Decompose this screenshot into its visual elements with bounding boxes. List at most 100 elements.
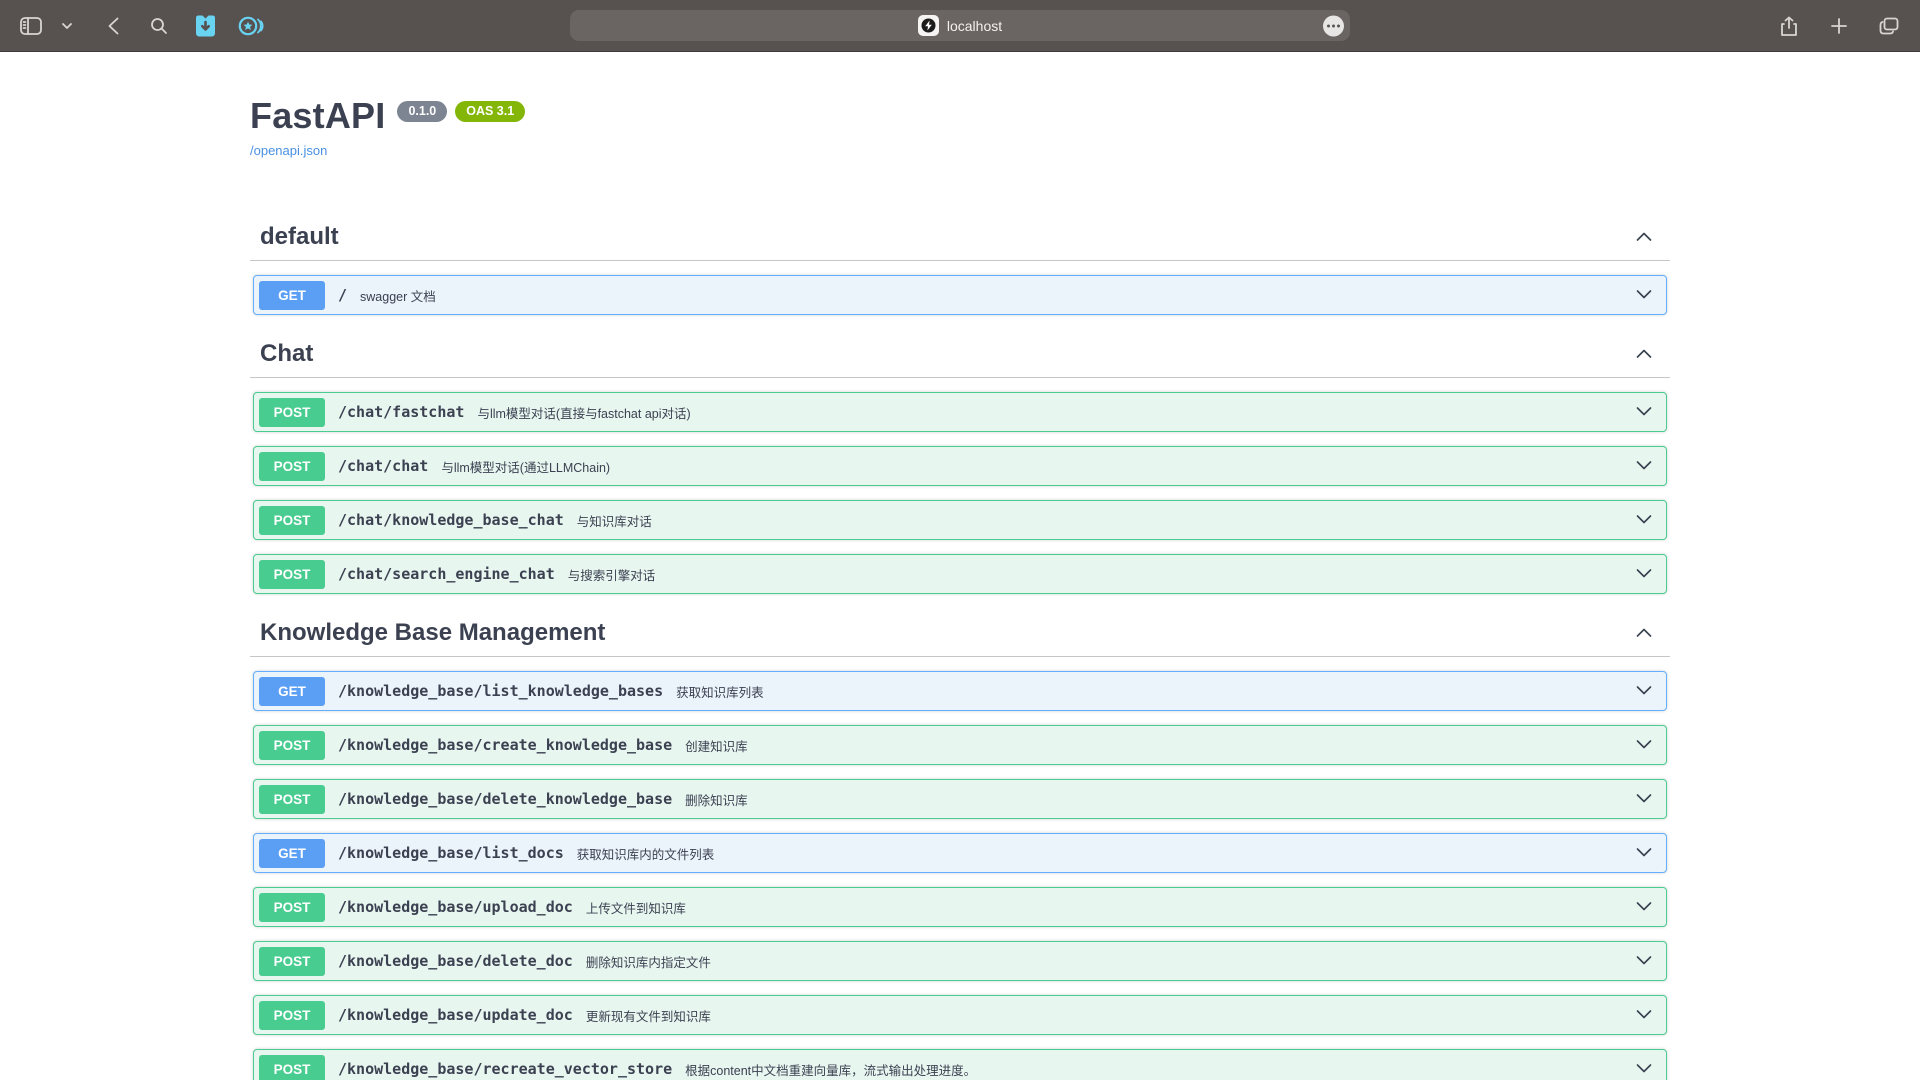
shield-download-extension-icon xyxy=(194,14,217,38)
collapse-section-icon[interactable] xyxy=(1636,624,1652,642)
section-header[interactable]: default xyxy=(250,222,1670,261)
extension-ripple-button[interactable] xyxy=(236,9,266,43)
http-method-badge: POST xyxy=(259,452,325,481)
endpoint-path: /knowledge_base/recreate_vector_store xyxy=(338,1060,672,1078)
content-wrapper: FastAPI 0.1.0 OAS 3.1 /openapi.json defa… xyxy=(230,52,1690,1080)
http-method-badge: POST xyxy=(259,1001,325,1030)
endpoint-description: 与llm模型对话(直接与fastchat api对话) xyxy=(477,403,690,422)
endpoint-row[interactable]: GET /knowledge_base/list_docs 获取知识库内的文件列… xyxy=(253,833,1667,873)
toolbar-right-group xyxy=(1774,0,1920,52)
version-badge: 0.1.0 xyxy=(397,101,447,122)
address-bar[interactable]: localhost xyxy=(570,10,1350,41)
endpoint-row[interactable]: POST /chat/search_engine_chat 与搜索引擎对话 xyxy=(253,554,1667,594)
endpoint-row[interactable]: POST /chat/chat 与llm模型对话(通过LLMChain) xyxy=(253,446,1667,486)
endpoint-row[interactable]: POST /knowledge_base/recreate_vector_sto… xyxy=(253,1049,1667,1080)
http-method-badge: POST xyxy=(259,398,325,427)
expand-endpoint-icon[interactable] xyxy=(1636,952,1652,970)
endpoint-row[interactable]: POST /knowledge_base/upload_doc 上传文件到知识库 xyxy=(253,887,1667,927)
api-section: default GET / swagger 文档 xyxy=(250,222,1670,315)
http-method-badge: POST xyxy=(259,506,325,535)
http-method-badge: POST xyxy=(259,560,325,589)
back-icon xyxy=(108,17,119,35)
endpoint-description: 根据content中文档重建向量库，流式输出处理进度。 xyxy=(685,1060,976,1079)
expand-endpoint-icon[interactable] xyxy=(1636,403,1652,421)
url-text: localhost xyxy=(947,18,1002,34)
toolbar-left-group xyxy=(0,9,266,43)
endpoint-path: /knowledge_base/update_doc xyxy=(338,1006,573,1024)
endpoint-description: swagger 文档 xyxy=(360,286,436,305)
endpoint-description: 删除知识库内指定文件 xyxy=(586,952,711,971)
endpoint-row[interactable]: POST /chat/fastchat 与llm模型对话(直接与fastchat… xyxy=(253,392,1667,432)
endpoint-path: /knowledge_base/delete_doc xyxy=(338,952,573,970)
endpoint-row[interactable]: POST /chat/knowledge_base_chat 与知识库对话 xyxy=(253,500,1667,540)
section-title: default xyxy=(260,222,339,252)
site-favicon-bolt-icon xyxy=(918,15,939,36)
search-icon xyxy=(150,17,168,35)
api-section: Knowledge Base Management GET /knowledge… xyxy=(250,618,1670,1080)
share-button[interactable] xyxy=(1774,9,1804,43)
sidebar-toggle-icon xyxy=(20,17,42,35)
endpoint-row[interactable]: POST /knowledge_base/update_doc 更新现有文件到知… xyxy=(253,995,1667,1035)
endpoint-description: 与搜索引擎对话 xyxy=(568,565,656,584)
http-method-badge: GET xyxy=(259,839,325,868)
title-badges: 0.1.0 OAS 3.1 xyxy=(397,101,525,122)
collapse-section-icon[interactable] xyxy=(1636,345,1652,363)
back-button[interactable] xyxy=(98,9,128,43)
collapse-section-icon[interactable] xyxy=(1636,228,1652,246)
expand-endpoint-icon[interactable] xyxy=(1636,898,1652,916)
endpoint-path: /knowledge_base/upload_doc xyxy=(338,898,573,916)
tab-overview-button[interactable] xyxy=(1874,9,1904,43)
endpoint-path: /knowledge_base/create_knowledge_base xyxy=(338,736,672,754)
endpoint-description: 创建知识库 xyxy=(685,736,748,755)
endpoint-path: /chat/knowledge_base_chat xyxy=(338,511,564,529)
api-section: Chat POST /chat/fastchat 与llm模型对话(直接与fas… xyxy=(250,339,1670,594)
extension-shield-button[interactable] xyxy=(190,9,220,43)
expand-endpoint-icon[interactable] xyxy=(1636,790,1652,808)
expand-endpoint-icon[interactable] xyxy=(1636,736,1652,754)
expand-endpoint-icon[interactable] xyxy=(1636,286,1652,304)
expand-endpoint-icon[interactable] xyxy=(1636,565,1652,583)
sidebar-menu-button[interactable] xyxy=(52,9,82,43)
endpoint-description: 获取知识库内的文件列表 xyxy=(577,844,715,863)
section-header[interactable]: Chat xyxy=(250,339,1670,378)
expand-endpoint-icon[interactable] xyxy=(1636,457,1652,475)
endpoint-list: GET /knowledge_base/list_knowledge_bases… xyxy=(250,671,1670,1080)
endpoint-description: 与知识库对话 xyxy=(577,511,652,530)
endpoint-path: /knowledge_base/delete_knowledge_base xyxy=(338,790,672,808)
endpoint-description: 更新现有文件到知识库 xyxy=(586,1006,711,1025)
swagger-page: FastAPI 0.1.0 OAS 3.1 /openapi.json defa… xyxy=(0,52,1920,1080)
endpoint-row[interactable]: POST /knowledge_base/delete_doc 删除知识库内指定… xyxy=(253,941,1667,981)
expand-endpoint-icon[interactable] xyxy=(1636,1060,1652,1078)
expand-endpoint-icon[interactable] xyxy=(1636,1006,1652,1024)
expand-endpoint-icon[interactable] xyxy=(1636,844,1652,862)
endpoint-row[interactable]: POST /knowledge_base/create_knowledge_ba… xyxy=(253,725,1667,765)
sections: default GET / swagger 文档 Chat POST /chat… xyxy=(250,222,1670,1080)
endpoint-description: 删除知识库 xyxy=(685,790,748,809)
endpoint-path: /chat/chat xyxy=(338,457,428,475)
ellipsis-icon[interactable] xyxy=(1323,15,1344,36)
new-tab-icon xyxy=(1831,18,1847,34)
endpoint-path: /chat/search_engine_chat xyxy=(338,565,555,583)
new-tab-button[interactable] xyxy=(1824,9,1854,43)
endpoint-description: 获取知识库列表 xyxy=(676,682,764,701)
endpoint-path: /knowledge_base/list_docs xyxy=(338,844,564,862)
sidebar-toggle-button[interactable] xyxy=(16,9,46,43)
share-icon xyxy=(1780,16,1798,37)
endpoint-row[interactable]: GET / swagger 文档 xyxy=(253,275,1667,315)
openapi-spec-link[interactable]: /openapi.json xyxy=(250,143,327,158)
expand-endpoint-icon[interactable] xyxy=(1636,511,1652,529)
endpoint-list: GET / swagger 文档 xyxy=(250,275,1670,315)
endpoint-row[interactable]: POST /knowledge_base/delete_knowledge_ba… xyxy=(253,779,1667,819)
section-header[interactable]: Knowledge Base Management xyxy=(250,618,1670,657)
oas-badge: OAS 3.1 xyxy=(455,101,525,122)
http-method-badge: GET xyxy=(259,677,325,706)
expand-endpoint-icon[interactable] xyxy=(1636,682,1652,700)
search-button[interactable] xyxy=(144,9,174,43)
endpoint-path: / xyxy=(338,286,347,304)
browser-toolbar: localhost xyxy=(0,0,1920,52)
http-method-badge: GET xyxy=(259,281,325,310)
page-title: FastAPI xyxy=(250,94,385,138)
http-method-badge: POST xyxy=(259,731,325,760)
endpoint-path: /knowledge_base/list_knowledge_bases xyxy=(338,682,663,700)
endpoint-row[interactable]: GET /knowledge_base/list_knowledge_bases… xyxy=(253,671,1667,711)
